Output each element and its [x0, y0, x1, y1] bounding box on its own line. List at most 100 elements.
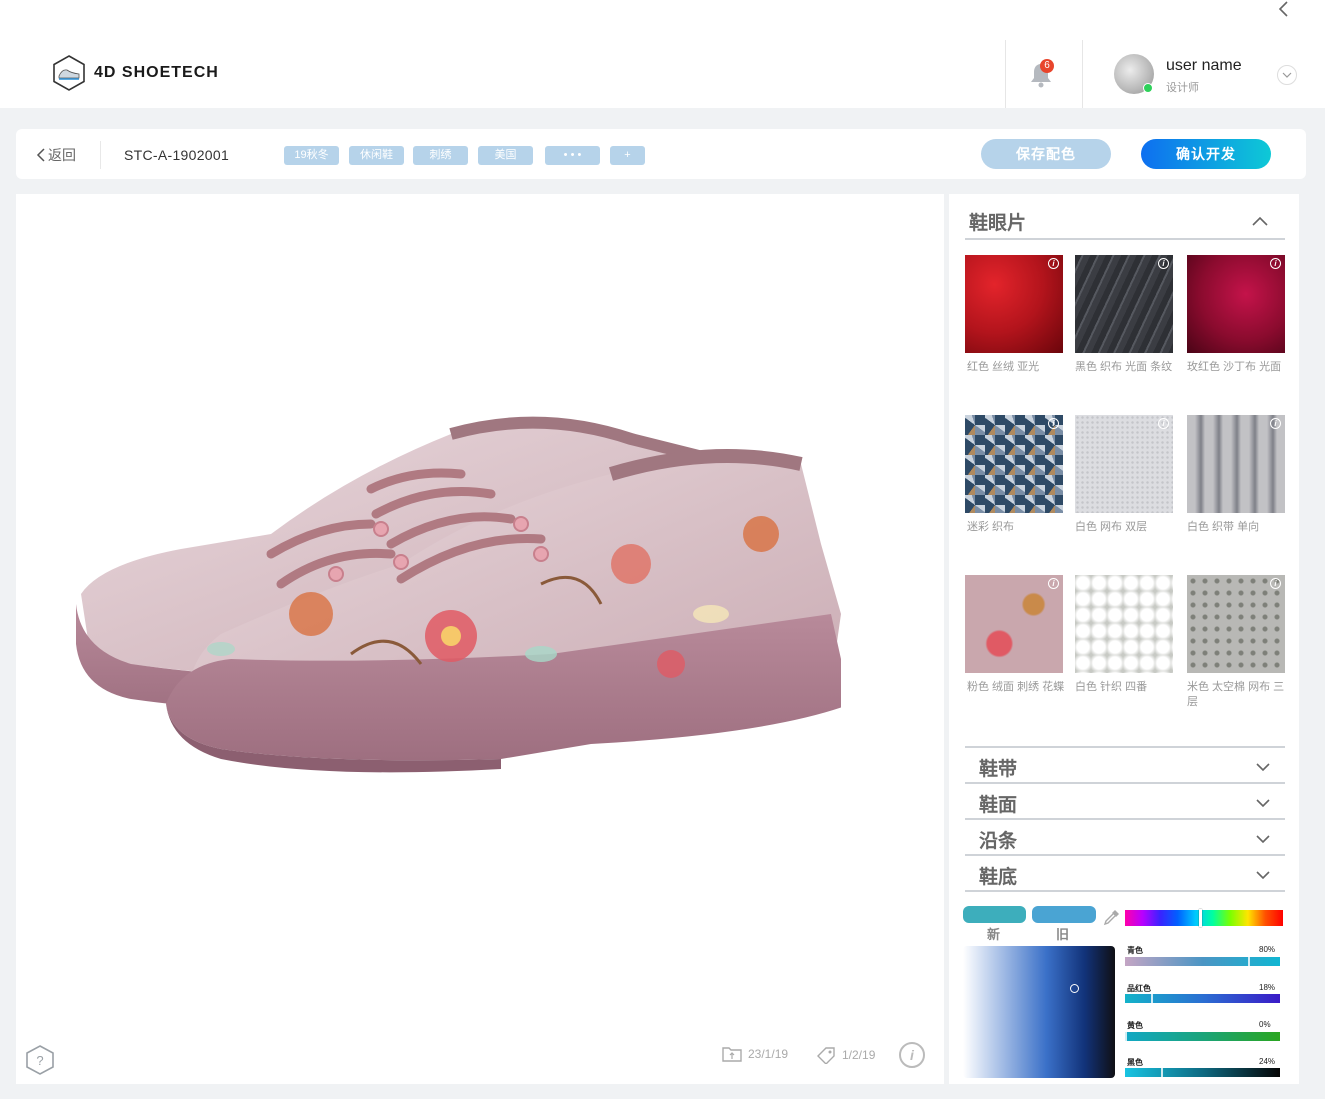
user-name[interactable]: user name	[1166, 57, 1242, 75]
user-menu-chevron-down-icon[interactable]	[1277, 65, 1297, 85]
material-swatch-white-knit[interactable]	[1075, 575, 1173, 673]
info-icon[interactable]: i	[899, 1042, 925, 1068]
slider-handle[interactable]	[1161, 1067, 1163, 1078]
tag-category[interactable]: 休闲鞋	[349, 146, 404, 165]
eyedropper-icon[interactable]	[1103, 908, 1121, 926]
product-toolbar: 返回 STC-A-1902001 19秋冬 休闲鞋 刺绣 美国 • • • + …	[16, 129, 1306, 179]
new-color-label: 新	[987, 927, 1001, 942]
logo-icon	[53, 55, 85, 91]
material-label: 白色 针织 四番	[1075, 681, 1148, 693]
accordion-label: 沿条	[979, 831, 1018, 852]
hue-slider[interactable]	[1125, 909, 1283, 927]
logo[interactable]: 4D SHOETECH	[52, 54, 219, 92]
material-panel: 鞋眼片 i 红色 丝绒 亚光 i 黑色 织布 光面 条纹 i 玫红色 沙丁布 光…	[949, 194, 1299, 1084]
add-tag-button[interactable]: +	[610, 146, 645, 165]
slider-handle[interactable]	[1151, 993, 1153, 1004]
tag-icon	[817, 1047, 835, 1064]
material-swatch-red-velvet[interactable]	[965, 255, 1063, 353]
material-label: 白色 织带 单向	[1187, 521, 1260, 533]
material-swatch-pink-embroidery[interactable]	[965, 575, 1063, 673]
chevron-down-icon	[1255, 760, 1271, 772]
chevron-down-icon	[1255, 796, 1271, 808]
save-colorway-button[interactable]: 保存配色	[981, 139, 1111, 169]
notification-badge: 6	[1040, 59, 1054, 73]
saturation-value-picker[interactable]	[963, 946, 1115, 1078]
accordion-welt[interactable]: 沿条	[965, 820, 1285, 856]
info-icon[interactable]: i	[1048, 418, 1059, 429]
tagged-date: 1/2/19	[816, 1046, 875, 1064]
material-label: 粉色 绒面 刺绣 花蝶	[967, 681, 1065, 693]
accordion-laces[interactable]: 鞋带	[965, 748, 1285, 784]
info-icon[interactable]: i	[1270, 418, 1281, 429]
chevron-left-icon	[36, 148, 45, 162]
material-swatch-camo[interactable]	[965, 415, 1063, 513]
created-date: 23/1/19	[722, 1046, 788, 1062]
logo-text: 4D SHOETECH	[94, 64, 219, 81]
chevron-down-icon	[1255, 832, 1271, 844]
svg-text:?: ?	[36, 1053, 43, 1068]
info-icon[interactable]: i	[1158, 258, 1169, 269]
accordion-upper[interactable]: 鞋面	[965, 784, 1285, 820]
tag-craft[interactable]: 刺绣	[413, 146, 468, 165]
slider-handle[interactable]	[1125, 1031, 1127, 1042]
chevron-down-icon	[1255, 868, 1271, 880]
channel-slider-cyan[interactable]	[1125, 956, 1280, 967]
tag-market[interactable]: 美国	[478, 146, 533, 165]
online-status-dot	[1143, 83, 1153, 93]
material-swatch-white-webbing[interactable]	[1187, 415, 1285, 513]
material-swatch-white-mesh[interactable]	[1075, 415, 1173, 513]
toolbar-divider	[100, 141, 101, 169]
back-button[interactable]: 返回	[36, 145, 76, 165]
channel-label-yellow: 黄色	[1127, 1021, 1143, 1030]
slider-handle[interactable]	[1248, 956, 1250, 967]
accordion-label: 鞋底	[979, 867, 1018, 888]
material-label: 白色 网布 双层	[1075, 521, 1148, 533]
accordion-label: 鞋带	[979, 759, 1018, 780]
shoe-model-image[interactable]	[71, 414, 841, 794]
accordion-label: 鞋面	[979, 795, 1018, 816]
section-title-eyestay[interactable]: 鞋眼片	[969, 208, 1026, 235]
channel-value-cyan: 80%	[1259, 945, 1276, 954]
material-label: 玫红色 沙丁布 光面	[1187, 361, 1282, 373]
material-label: 黑色 织布 光面 条纹	[1075, 361, 1173, 373]
info-icon[interactable]: i	[1158, 578, 1169, 589]
material-label: 米色 太空棉 网布 三层	[1187, 681, 1285, 708]
chevron-up-icon[interactable]	[1251, 214, 1269, 228]
section-divider	[965, 238, 1285, 240]
channel-label-black: 黑色	[1127, 1058, 1143, 1067]
info-icon[interactable]: i	[1270, 258, 1281, 269]
material-swatch-black-stripe[interactable]	[1075, 255, 1173, 353]
back-label: 返回	[48, 147, 76, 163]
collapse-icon[interactable]	[1277, 0, 1297, 20]
material-swatch-rose-satin[interactable]	[1187, 255, 1285, 353]
hue-slider-handle[interactable]	[1199, 909, 1202, 927]
shoe-3d-viewer[interactable]: ? 23/1/19 1/2/19 i	[16, 194, 944, 1084]
old-color-label: 旧	[1056, 927, 1070, 942]
product-code: STC-A-1902001	[124, 147, 230, 163]
channel-slider-yellow[interactable]	[1125, 1031, 1280, 1042]
info-icon[interactable]: i	[1048, 258, 1059, 269]
more-tags-button[interactable]: • • •	[545, 146, 600, 165]
channel-value-yellow: 0%	[1259, 1020, 1271, 1029]
color-picker-handle[interactable]	[1070, 984, 1079, 993]
old-color-swatch[interactable]	[1032, 906, 1096, 923]
material-label: 红色 丝绒 亚光	[967, 361, 1040, 373]
tagged-date-text: 1/2/19	[842, 1048, 876, 1062]
channel-value-black: 24%	[1259, 1057, 1276, 1066]
folder-icon	[722, 1047, 742, 1062]
material-swatch-beige-spacer-mesh[interactable]	[1187, 575, 1285, 673]
accordion-sole[interactable]: 鞋底	[965, 856, 1285, 892]
info-icon[interactable]: i	[1158, 418, 1169, 429]
confirm-development-button[interactable]: 确认开发	[1141, 139, 1271, 169]
channel-slider-black[interactable]	[1125, 1067, 1280, 1078]
new-color-swatch	[963, 906, 1026, 923]
header-divider	[1005, 40, 1006, 108]
channel-value-magenta: 18%	[1259, 983, 1276, 992]
app-header: 4D SHOETECH 6 user name 设计师	[0, 0, 1325, 108]
tag-season[interactable]: 19秋冬	[284, 146, 339, 165]
channel-slider-magenta[interactable]	[1125, 993, 1280, 1004]
info-icon[interactable]: i	[1270, 578, 1281, 589]
material-label: 迷彩 织布	[967, 521, 1015, 533]
help-icon[interactable]: ?	[25, 1045, 55, 1075]
info-icon[interactable]: i	[1048, 578, 1059, 589]
